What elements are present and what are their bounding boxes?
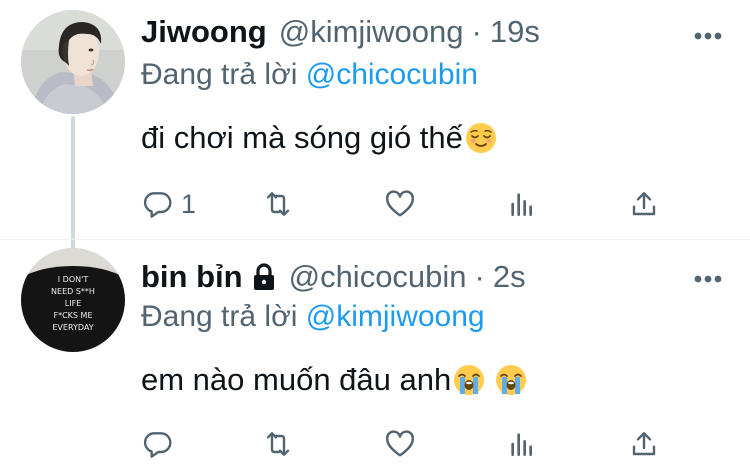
handle[interactable]: @chicocubin	[289, 259, 467, 295]
reply-button[interactable]: 1	[141, 184, 196, 224]
relieved-face-icon	[465, 122, 497, 154]
share-button[interactable]	[628, 184, 660, 224]
tweet-header: bin bỉn @chicocubin · 2s	[141, 257, 526, 297]
retweet-button[interactable]	[262, 184, 294, 224]
separator: ·	[471, 14, 482, 49]
timestamp[interactable]: 2s	[493, 259, 526, 295]
like-button[interactable]	[384, 424, 416, 464]
tweet-text: đi chơi mà sóng gió thế	[141, 120, 497, 156]
retweet-icon	[266, 192, 290, 216]
views-button[interactable]	[506, 184, 538, 224]
reply-icon	[143, 432, 172, 458]
mention-link[interactable]: @kimjiwoong	[306, 300, 485, 333]
analytics-icon	[511, 433, 532, 456]
tweet-header: Jiwoong @kimjiwoong · 19s	[141, 12, 540, 52]
tweet-chicocubin[interactable]: I DON'T NEED S**H LIFE F*CKS ME EVERYDAY…	[0, 240, 750, 472]
lock-icon	[251, 262, 277, 292]
tweet-text-content: đi chơi mà sóng gió thế	[141, 120, 463, 155]
reply-icon	[143, 192, 172, 218]
action-bar: 1	[0, 184, 750, 224]
like-button[interactable]	[384, 184, 416, 224]
handle[interactable]: @kimjiwoong	[279, 14, 464, 50]
avatar-chicocubin[interactable]: I DON'T NEED S**H LIFE F*CKS ME EVERYDAY	[21, 248, 125, 352]
share-button[interactable]	[628, 424, 660, 464]
loudly-crying-face-icon	[453, 364, 485, 396]
mention-link[interactable]: @chicocubin	[306, 58, 478, 91]
heart-icon	[386, 430, 414, 457]
reply-count: 1	[181, 188, 197, 219]
tweet-text: em nào muốn đâu anh	[141, 362, 527, 398]
loudly-crying-face-icon	[495, 364, 527, 396]
reply-button[interactable]	[141, 424, 173, 464]
share-icon	[632, 432, 656, 456]
timestamp[interactable]: 19s	[490, 14, 540, 50]
avatar-jiwoong[interactable]	[21, 10, 125, 114]
heart-icon	[386, 190, 414, 217]
analytics-icon	[511, 193, 532, 216]
tweet-text-content: em nào muốn đâu anh	[141, 362, 452, 397]
replying-to: Đang trả lời @kimjiwoong	[141, 300, 485, 334]
retweet-button[interactable]	[262, 424, 294, 464]
retweet-icon	[266, 432, 290, 456]
more-options-icon[interactable]	[694, 271, 722, 283]
shirt-line-4: F*CKS ME	[53, 311, 92, 320]
more-options-icon[interactable]	[694, 28, 722, 40]
separator: ·	[474, 259, 485, 294]
shirt-line-2: NEED S**H	[51, 287, 95, 296]
views-button[interactable]	[506, 424, 538, 464]
display-name[interactable]: bin bỉn	[141, 259, 243, 295]
shirt-line-1: I DON'T	[58, 275, 89, 284]
share-icon	[632, 192, 656, 216]
tweet-jiwoong[interactable]: Jiwoong @kimjiwoong · 19s Đang trả lời @…	[0, 0, 750, 250]
thread-line	[71, 116, 75, 250]
shirt-line-3: LIFE	[65, 299, 81, 308]
shirt-line-5: EVERYDAY	[52, 323, 93, 332]
action-bar	[0, 424, 750, 464]
replying-to: Đang trả lời @chicocubin	[141, 58, 478, 92]
replying-to-label: Đang trả lời	[141, 300, 306, 333]
replying-to-label: Đang trả lời	[141, 58, 306, 91]
display-name[interactable]: Jiwoong	[141, 14, 267, 50]
